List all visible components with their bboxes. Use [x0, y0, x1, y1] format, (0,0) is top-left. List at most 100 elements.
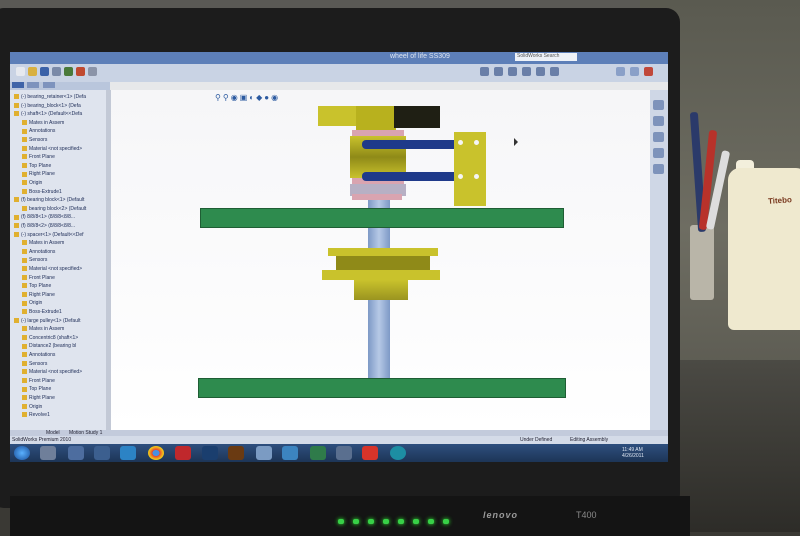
- feature-icon: [22, 119, 27, 125]
- feature-tree-item[interactable]: Mates in Assem: [22, 120, 64, 126]
- arduino-icon[interactable]: [390, 446, 406, 460]
- rebuild-icon[interactable]: [76, 67, 85, 76]
- feature-tree-item[interactable]: Front Plane: [22, 275, 55, 281]
- task-pane-appearance-icon[interactable]: [653, 148, 664, 158]
- feature-tree-item[interactable]: Sensors: [22, 361, 47, 367]
- feature-tree-item[interactable]: Annotations: [22, 128, 55, 134]
- task-pane-custom-icon[interactable]: [653, 164, 664, 174]
- feature-tree-item[interactable]: Origin: [22, 404, 42, 410]
- system-clock[interactable]: 11:49 AM 4/26/2011: [622, 447, 644, 459]
- feature-tree-item[interactable]: (-) shaft<1> (Default<<Defa: [14, 111, 82, 117]
- feature-tree-item[interactable]: (-) bearing_block<1> (Defa: [14, 103, 81, 109]
- zoom-icon[interactable]: [494, 67, 503, 76]
- feature-tree-item[interactable]: Material <not specified>: [22, 369, 82, 375]
- minimize-icon[interactable]: [616, 67, 625, 76]
- feature-tree-item[interactable]: Origin: [22, 300, 42, 306]
- taskbar-app-icon[interactable]: [336, 446, 352, 460]
- solidworks-icon[interactable]: [362, 446, 378, 460]
- view-icon[interactable]: [480, 67, 489, 76]
- feature-tree-item[interactable]: (f) 8/8/8<2> (8/8/8<8/8...: [14, 223, 75, 229]
- feature-tree-item[interactable]: Boss-Extrude1: [22, 189, 62, 195]
- new-icon[interactable]: [16, 67, 25, 76]
- feature-tree-item[interactable]: (f) bearing block<1> (Default: [14, 197, 84, 203]
- feature-tree-item[interactable]: Mates in Assem: [22, 326, 64, 332]
- feature-tree-item[interactable]: bearing block<2> (Default: [22, 206, 86, 212]
- upper-plate[interactable]: [200, 208, 564, 228]
- feature-tree-item[interactable]: Distance2 (bearing bl: [22, 343, 76, 349]
- save-icon[interactable]: [40, 67, 49, 76]
- feature-tree-item[interactable]: Top Plane: [22, 163, 51, 169]
- manager-tabs[interactable]: [10, 82, 110, 90]
- feature-icon: [22, 240, 27, 246]
- feature-tree-item[interactable]: Sensors: [22, 137, 47, 143]
- feature-tree-item[interactable]: Mates in Assem: [22, 240, 64, 246]
- feature-tree-item[interactable]: Top Plane: [22, 283, 51, 289]
- pulley-hub[interactable]: [354, 280, 408, 300]
- feature-icon: [22, 283, 27, 289]
- feature-tree-item[interactable]: Top Plane: [22, 386, 51, 392]
- feature-tree-item[interactable]: Origin: [22, 180, 42, 186]
- feature-tree-item[interactable]: Revolve1: [22, 412, 50, 418]
- feature-tree-item[interactable]: Right Plane: [22, 171, 55, 177]
- task-pane-explorer-icon[interactable]: [653, 132, 664, 142]
- pivot-pin[interactable]: [474, 174, 479, 179]
- tab-configuration-manager[interactable]: [42, 82, 55, 88]
- feature-tree-item[interactable]: Annotations: [22, 352, 55, 358]
- feature-tree-item[interactable]: Boss-Extrude1: [22, 309, 62, 315]
- feature-tree-item[interactable]: (-) bearing_retainer<1> (Defa: [14, 94, 86, 100]
- feature-tree-item[interactable]: (-) large pulley<1> (Default: [14, 318, 80, 324]
- base-plate[interactable]: [198, 378, 566, 398]
- feature-tree-item[interactable]: Right Plane: [22, 292, 55, 298]
- feature-tree-label: Origin: [29, 403, 43, 410]
- tab-property-manager[interactable]: [27, 82, 40, 88]
- close-icon[interactable]: [644, 67, 653, 76]
- feature-tree-item[interactable]: Material <not specified>: [22, 266, 82, 272]
- top-block-right[interactable]: [394, 106, 440, 128]
- maximize-icon[interactable]: [630, 67, 639, 76]
- options-icon[interactable]: [88, 67, 97, 76]
- taskbar-app-icon[interactable]: [68, 446, 84, 460]
- taskbar-app-icon[interactable]: [40, 446, 56, 460]
- feature-icon: [22, 369, 27, 375]
- feature-tree-item[interactable]: Front Plane: [22, 154, 55, 160]
- taskbar-app-icon[interactable]: [256, 446, 272, 460]
- pivot-pin[interactable]: [474, 140, 479, 145]
- taskbar-app-icon[interactable]: [120, 446, 136, 460]
- section-icon[interactable]: [522, 67, 531, 76]
- display-style-icon[interactable]: [536, 67, 545, 76]
- pulley-flange-top[interactable]: [328, 248, 438, 256]
- search-input[interactable]: SolidWorks Search: [515, 53, 577, 61]
- heads-up-view-toolbar[interactable]: ⚲⚲◉▣◐◆●◉: [215, 93, 280, 102]
- feature-tree-item[interactable]: Concentric8 (shaft<1>: [22, 335, 78, 341]
- task-pane-resources-icon[interactable]: [653, 100, 664, 110]
- taskbar-app-icon[interactable]: [94, 446, 110, 460]
- top-block-left[interactable]: [318, 106, 358, 126]
- feature-tree-item[interactable]: (f) 8/8/8<1> (8/8/8<8/8...: [14, 214, 75, 220]
- filezilla-icon[interactable]: [175, 446, 191, 460]
- help-icon[interactable]: [550, 67, 559, 76]
- pivot-pin[interactable]: [458, 174, 463, 179]
- feature-tree-item[interactable]: (-) spacer<1> (Default<<Def: [14, 232, 84, 238]
- feature-tree-item[interactable]: Right Plane: [22, 395, 55, 401]
- feature-tree-label: Material <not specified>: [29, 369, 83, 376]
- chrome-icon[interactable]: [148, 446, 164, 460]
- feature-tree-item[interactable]: Sensors: [22, 257, 47, 263]
- photoshop-icon[interactable]: [202, 446, 218, 460]
- feature-tree-item[interactable]: Material <not specified>: [22, 146, 82, 152]
- top-block-center[interactable]: [356, 106, 396, 130]
- rotate-icon[interactable]: [508, 67, 517, 76]
- feature-tree-item[interactable]: Front Plane: [22, 378, 55, 384]
- windows-start-icon[interactable]: [14, 446, 30, 460]
- print-icon[interactable]: [52, 67, 61, 76]
- pulley-flange-bottom[interactable]: [322, 270, 440, 280]
- taskbar-app-icon[interactable]: [282, 446, 298, 460]
- illustrator-icon[interactable]: [228, 446, 244, 460]
- task-pane-library-icon[interactable]: [653, 116, 664, 126]
- taskbar-app-icon[interactable]: [310, 446, 326, 460]
- open-icon[interactable]: [28, 67, 37, 76]
- undo-icon[interactable]: [64, 67, 73, 76]
- tab-feature-manager[interactable]: [12, 82, 24, 88]
- feature-tree-item[interactable]: Annotations: [22, 249, 55, 255]
- pulley-groove[interactable]: [336, 256, 430, 270]
- pivot-pin[interactable]: [458, 140, 463, 145]
